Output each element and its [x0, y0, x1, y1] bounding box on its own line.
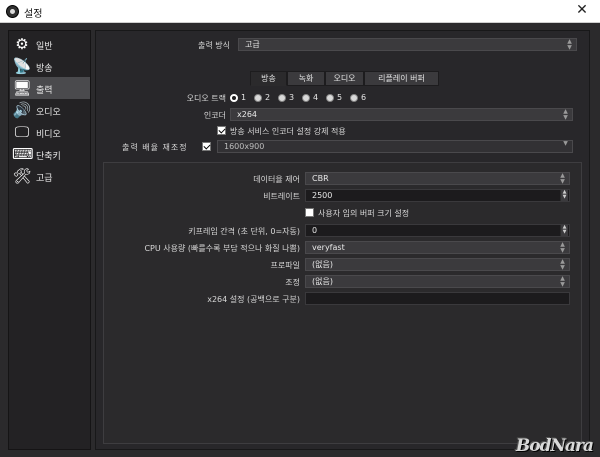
obs-app-icon — [6, 5, 19, 18]
keyframe-interval-label: 키프레임 간격 (초 단위, 0=자동) — [188, 227, 300, 236]
sidebar-item-output[interactable]: 🖥 출력 — [10, 77, 90, 99]
tab-replay-buffer[interactable]: 리플레이 버퍼 — [364, 71, 439, 86]
keyboard-icon: ⌨ — [12, 145, 34, 163]
bodnara-watermark: BodNara — [515, 436, 594, 456]
sidebar-item-video[interactable]: 🖵 비디오 — [10, 121, 90, 143]
audio-track-option-label: 6 — [361, 93, 367, 102]
close-button[interactable]: ✕ — [574, 2, 590, 18]
audio-track-radio-5[interactable] — [326, 94, 334, 102]
encoder-dropdown[interactable]: x264 ▲ ▼ — [230, 108, 573, 121]
chevron-updown-icon: ▲ ▼ — [560, 258, 565, 271]
profile-dropdown[interactable]: (없음) ▲ ▼ — [305, 258, 570, 271]
title-bar: 설정 ✕ — [0, 0, 600, 23]
audio-track-option-label: 1 — [241, 93, 247, 102]
chevron-updown-icon: ▲ ▼ — [560, 172, 565, 185]
output-mode-dropdown[interactable]: 고급 ▲ ▼ — [238, 38, 577, 51]
audio-track-radio-6[interactable] — [350, 94, 358, 102]
audio-track-radio-4[interactable] — [302, 94, 310, 102]
chevron-updown-icon: ▲ ▼ — [563, 108, 568, 121]
rate-control-label: 데이터율 제어 — [253, 175, 300, 184]
profile-value: (없음) — [312, 260, 333, 269]
output-mode-label: 출력 방식 — [198, 41, 230, 50]
spin-arrows-icon[interactable]: ▲ ▼ — [560, 190, 568, 201]
sidebar-item-label: 오디오 — [36, 108, 61, 118]
audio-track-radio-1[interactable] — [230, 94, 238, 102]
cpu-usage-preset-label: CPU 사용량 (빠를수록 부담 적으나 화질 나쁨) — [144, 244, 300, 253]
rescale-output-checkbox[interactable] — [202, 142, 211, 151]
audio-track-label: 오디오 트랙 — [186, 94, 226, 103]
encoder-label: 인코더 — [203, 111, 226, 120]
bitrate-label: 비트레이트 — [263, 192, 300, 201]
chevron-updown-icon: ▲ ▼ — [560, 241, 565, 254]
sidebar-item-label: 방송 — [36, 64, 53, 74]
sidebar-item-audio[interactable]: 🔊 오디오 — [10, 99, 90, 121]
enforce-encoder-settings-checkbox[interactable] — [217, 126, 226, 135]
rescale-resolution-value: 1600x900 — [224, 142, 265, 151]
tab-audio[interactable]: 오디오 — [325, 71, 364, 86]
spin-arrows-icon[interactable]: ▲ ▼ — [560, 225, 568, 236]
sidebar-item-label: 출력 — [36, 86, 53, 96]
rescale-resolution-dropdown[interactable]: 1600x900 ▼ — [217, 140, 573, 153]
sidebar-item-advanced[interactable]: 🛠 고급 — [10, 165, 90, 187]
keyframe-interval-spinbox[interactable]: 0 ▲ ▼ — [305, 224, 570, 237]
audio-track-radio-3[interactable] — [278, 94, 286, 102]
rate-control-value: CBR — [312, 174, 329, 183]
keyframe-interval-value: 0 — [312, 226, 318, 235]
profile-label: 프로파일 — [270, 261, 300, 270]
cpu-usage-preset-dropdown[interactable]: veryfast ▲ ▼ — [305, 241, 570, 254]
tab-stream[interactable]: 방송 — [250, 71, 287, 86]
custom-buffer-size-checkbox[interactable] — [305, 208, 314, 217]
audio-track-radio-2[interactable] — [254, 94, 262, 102]
audio-track-radio-group: 1 2 3 4 5 6 — [230, 93, 380, 104]
chevron-updown-icon: ▲ ▼ — [567, 38, 572, 51]
bitrate-value: 2500 — [312, 191, 333, 200]
audio-track-option-label: 5 — [337, 93, 343, 102]
audio-track-option-label: 4 — [313, 93, 319, 102]
settings-sidebar: ⚙ 일반 📡 방송 🖥 출력 🔊 오디오 🖵 비디오 ⌨ 단축키 🛠 고급 — [8, 30, 91, 450]
output-mode-value: 고급 — [245, 40, 260, 49]
tune-value: (없음) — [312, 277, 333, 286]
custom-buffer-size-label: 사용자 임의 버퍼 크기 설정 — [318, 209, 410, 218]
broadcast-antenna-icon: 📡 — [12, 57, 32, 75]
x264-options-input[interactable] — [305, 292, 570, 305]
enforce-encoder-settings-label: 방송 서비스 인코더 설정 강제 적용 — [230, 127, 346, 136]
window-title: 설정 — [24, 9, 43, 20]
speaker-icon: 🔊 — [12, 101, 32, 119]
bitrate-spinbox[interactable]: 2500 ▲ ▼ — [305, 189, 570, 202]
chevron-down-icon: ▼ — [563, 140, 568, 147]
tools-icon: 🛠 — [12, 167, 32, 185]
rate-control-dropdown[interactable]: CBR ▲ ▼ — [305, 172, 570, 185]
sidebar-item-stream[interactable]: 📡 방송 — [10, 55, 90, 77]
audio-track-option-label: 2 — [265, 93, 271, 102]
chevron-updown-icon: ▲ ▼ — [560, 275, 565, 288]
output-monitor-icon: 🖥 — [12, 79, 32, 97]
sidebar-item-label: 고급 — [36, 174, 53, 184]
tune-dropdown[interactable]: (없음) ▲ ▼ — [305, 275, 570, 288]
sidebar-item-general[interactable]: ⚙ 일반 — [10, 33, 90, 55]
sidebar-item-label: 일반 — [36, 42, 53, 52]
audio-track-option-label: 3 — [289, 93, 295, 102]
encoder-value: x264 — [237, 110, 258, 119]
tune-label: 조정 — [285, 278, 300, 287]
sidebar-item-label: 비디오 — [36, 130, 61, 140]
gear-icon: ⚙ — [15, 35, 29, 53]
x264-options-label: x264 설정 (공백으로 구분) — [207, 295, 300, 304]
cpu-usage-preset-value: veryfast — [312, 243, 345, 252]
monitor-icon: 🖵 — [14, 123, 30, 141]
rescale-output-label: 출력 배율 재조정 — [122, 143, 188, 152]
sidebar-item-hotkeys[interactable]: ⌨ 단축키 — [10, 143, 90, 165]
sidebar-item-label: 단축키 — [36, 152, 61, 162]
tab-recording[interactable]: 녹화 — [287, 71, 325, 86]
